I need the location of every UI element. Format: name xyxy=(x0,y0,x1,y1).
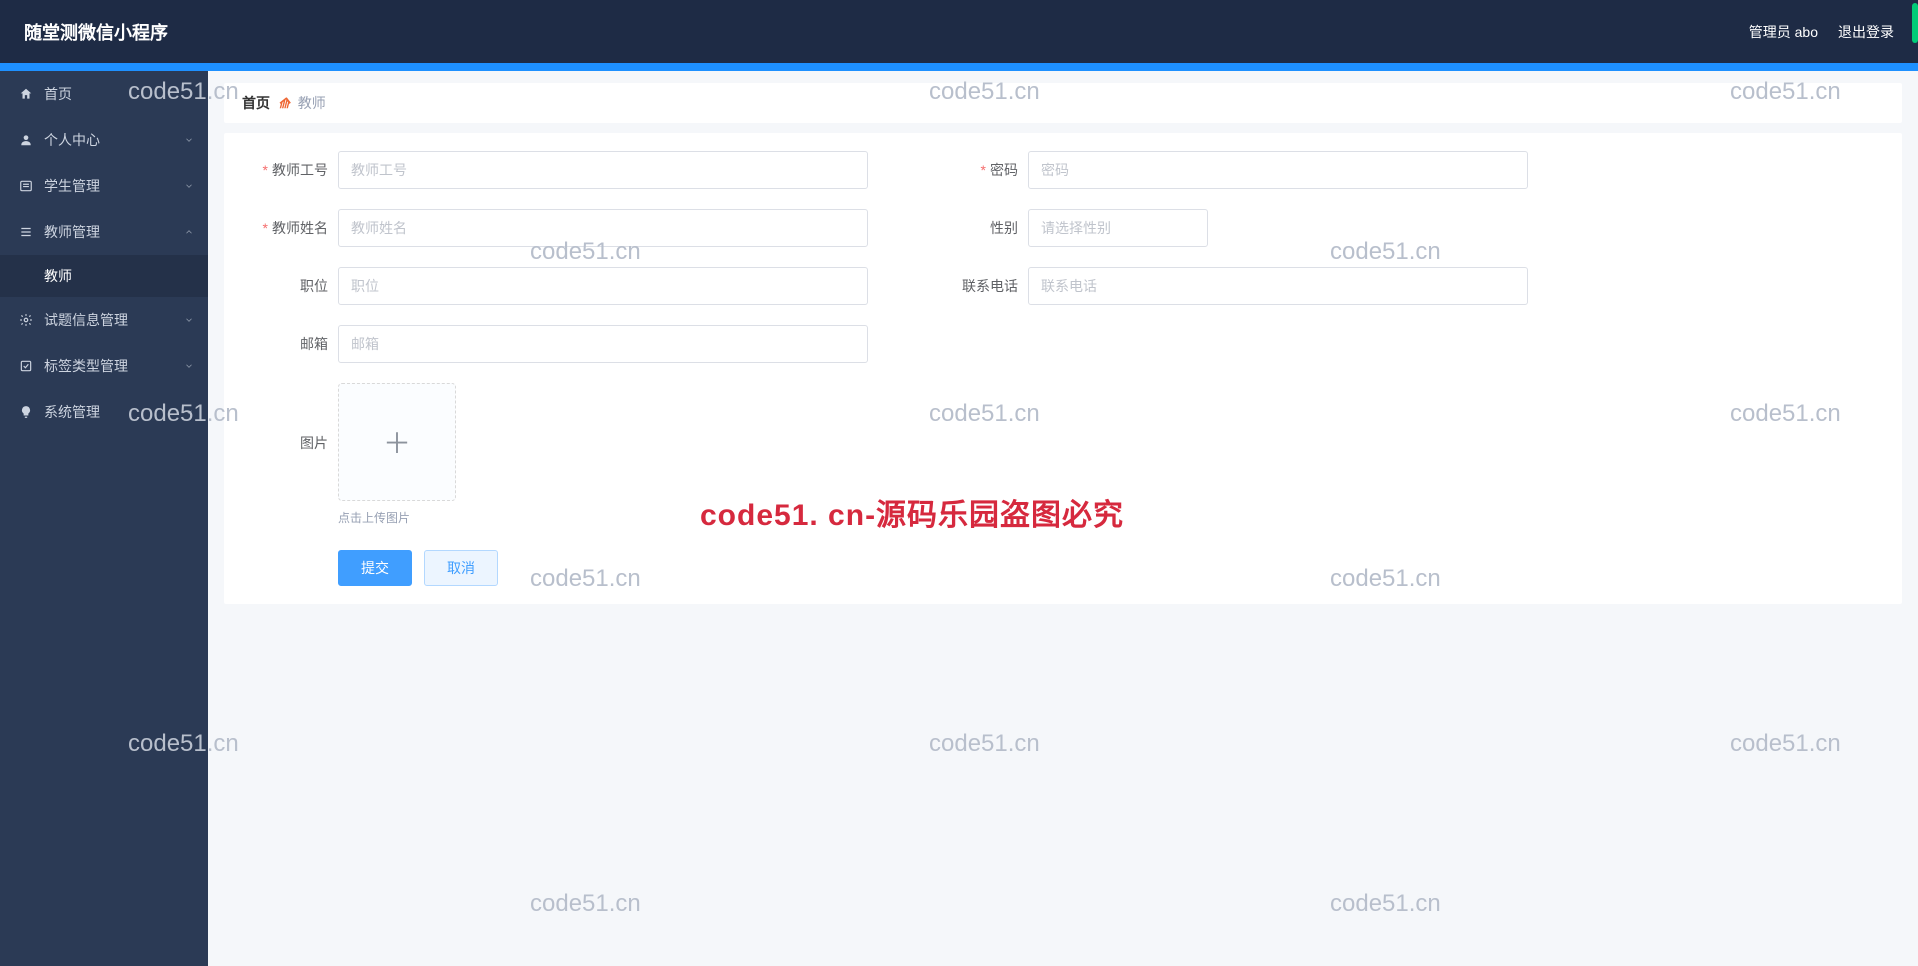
plus-icon: ＋ xyxy=(383,422,411,462)
chevron-down-icon xyxy=(184,315,194,325)
field-position: 职位 xyxy=(242,267,882,305)
sidebar-item-label: 首页 xyxy=(44,84,72,104)
sidebar-item-system[interactable]: 系统管理 xyxy=(0,389,208,435)
breadcrumb: 首页 ⟰ 教师 xyxy=(224,83,1902,123)
label-gender: 性别 xyxy=(932,218,1028,238)
home-icon xyxy=(18,86,34,102)
gear-icon xyxy=(18,312,34,328)
select-gender[interactable]: 请选择性别 xyxy=(1028,209,1208,247)
label-teacher-id: *教师工号 xyxy=(242,160,338,180)
header-bar: 随堂测微信小程序 管理员 abo 退出登录 xyxy=(0,0,1918,63)
input-position[interactable] xyxy=(338,267,868,305)
submit-button[interactable]: 提交 xyxy=(338,550,412,586)
label-phone: 联系电话 xyxy=(932,276,1028,296)
user-icon xyxy=(18,132,34,148)
form-card: *教师工号 *密码 *教师姓名 性别 xyxy=(224,133,1902,604)
field-phone: 联系电话 xyxy=(932,267,1532,305)
sidebar-item-questions[interactable]: 试题信息管理 xyxy=(0,297,208,343)
sidebar-item-home[interactable]: 首页 xyxy=(0,71,208,117)
sidebar-item-students[interactable]: 学生管理 xyxy=(0,163,208,209)
label-image: 图片 xyxy=(242,383,338,453)
logout-link[interactable]: 退出登录 xyxy=(1838,22,1894,42)
header-right: 管理员 abo 退出登录 xyxy=(1749,22,1894,42)
input-phone[interactable] xyxy=(1028,267,1528,305)
list-icon xyxy=(18,178,34,194)
field-image: 图片 ＋ 点击上传图片 xyxy=(242,383,882,526)
scrollbar-indicator xyxy=(1912,3,1918,43)
input-teacher-id[interactable] xyxy=(338,151,868,189)
input-email[interactable] xyxy=(338,325,868,363)
sidebar-item-label: 标签类型管理 xyxy=(44,356,128,376)
input-name[interactable] xyxy=(338,209,868,247)
menu-icon xyxy=(18,224,34,240)
label-password: *密码 xyxy=(932,160,1028,180)
input-password[interactable] xyxy=(1028,151,1528,189)
app-title: 随堂测微信小程序 xyxy=(24,19,168,45)
field-gender: 性别 请选择性别 xyxy=(932,209,1532,247)
button-row: 提交 取消 xyxy=(242,550,1884,586)
sidebar-item-tags[interactable]: 标签类型管理 xyxy=(0,343,208,389)
cancel-button[interactable]: 取消 xyxy=(424,550,498,586)
chevron-down-icon xyxy=(184,135,194,145)
chevron-down-icon xyxy=(184,407,194,417)
field-email: 邮箱 xyxy=(242,325,882,363)
upload-box[interactable]: ＋ xyxy=(338,383,456,501)
main-area: 首页 ⟰ 教师 *教师工号 *密码 xyxy=(208,71,1918,966)
sidebar-item-label: 系统管理 xyxy=(44,402,100,422)
field-password: *密码 xyxy=(932,151,1532,189)
sidebar-item-teachers[interactable]: 教师管理 xyxy=(0,209,208,255)
label-position: 职位 xyxy=(242,276,338,296)
sidebar-item-profile[interactable]: 个人中心 xyxy=(0,117,208,163)
chevron-down-icon xyxy=(184,181,194,191)
sidebar-item-label: 学生管理 xyxy=(44,176,100,196)
flag-icon: ⟰ xyxy=(278,95,290,112)
chevron-down-icon xyxy=(184,361,194,371)
field-name: *教师姓名 xyxy=(242,209,882,247)
upload-tip: 点击上传图片 xyxy=(338,509,456,526)
check-icon xyxy=(18,358,34,374)
breadcrumb-current: 教师 xyxy=(298,93,326,113)
accent-bar xyxy=(0,63,1918,71)
sidebar-item-label: 教师 xyxy=(44,266,72,286)
sidebar-item-label: 个人中心 xyxy=(44,130,100,150)
sidebar: 首页 个人中心 学生管理 xyxy=(0,71,208,966)
sidebar-subitem-teacher[interactable]: 教师 xyxy=(0,255,208,297)
label-name: *教师姓名 xyxy=(242,218,338,238)
bulb-icon xyxy=(18,404,34,420)
sidebar-item-label: 教师管理 xyxy=(44,222,100,242)
label-email: 邮箱 xyxy=(242,334,338,354)
sidebar-item-label: 试题信息管理 xyxy=(44,310,128,330)
chevron-up-icon xyxy=(184,227,194,237)
admin-label[interactable]: 管理员 abo xyxy=(1749,22,1818,42)
field-teacher-id: *教师工号 xyxy=(242,151,882,189)
breadcrumb-home[interactable]: 首页 xyxy=(242,93,270,113)
